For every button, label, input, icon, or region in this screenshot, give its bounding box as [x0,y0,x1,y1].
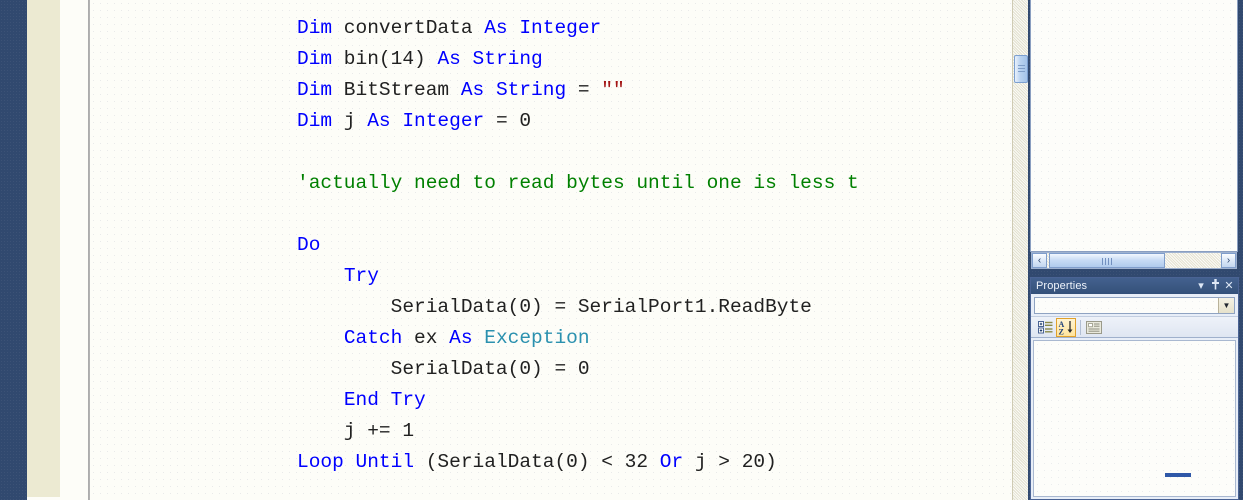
properties-object-combo-value [1035,298,1218,313]
code-token: As [449,327,473,349]
code-line: Dim j As Integer = 0 [297,106,859,137]
properties-object-selector-row: ▼ [1031,294,1238,316]
code-token: Try [343,265,379,287]
code-token: String [495,79,567,101]
code-line: Try [297,261,859,292]
code-token: String [472,48,543,70]
svg-text:Z: Z [1059,327,1064,335]
code-token: Integer [519,17,602,39]
code-token: j > 20) [683,451,777,473]
code-token: (SerialData(0) < 32 [414,451,660,473]
code-line: SerialData(0) = 0 [297,354,859,385]
properties-titlebar[interactable]: Properties ▾ ✕ [1031,278,1238,294]
code-token: Integer [402,110,485,132]
properties-window: Properties ▾ ✕ ▼ A Z [1030,277,1239,500]
editor-vertical-scrollbar-thumb[interactable] [1014,55,1028,83]
code-token: Or [659,451,684,473]
upper-tool-window-body[interactable] [1030,0,1238,252]
code-editor-window: Dim convertData As Integer Dim bin(14) As… [27,0,1028,500]
code-token: convertData [332,17,485,39]
code-token: Dim [297,48,333,70]
code-text-surface[interactable]: Dim convertData As Integer Dim bin(14) As… [90,0,1012,500]
code-token: End Try [343,389,426,411]
scroll-left-arrow-icon[interactable]: ‹ [1032,253,1047,268]
code-token: j [332,110,368,132]
code-token: = [566,79,602,101]
categorized-view-button[interactable] [1035,318,1055,337]
editor-indicator-margin[interactable] [27,0,60,497]
ide-window: Dim convertData As Integer Dim bin(14) As… [0,0,1243,500]
code-token: Do [297,234,321,256]
left-dock-gutter [0,0,27,500]
code-token: 'actually need to read bytes until one i… [297,172,859,194]
code-line: j += 1 [297,416,859,447]
code-token: BitStream [332,79,461,101]
code-token: SerialData(0) = 0 [297,358,590,380]
auto-hide-pin-icon[interactable] [1208,279,1222,293]
code-lines[interactable]: Dim convertData As Integer Dim bin(14) As… [297,13,859,478]
code-token: As [437,48,461,70]
code-token: "" [601,79,625,101]
code-token: = 0 [484,110,532,132]
code-line: SerialData(0) = SerialPort1.ReadByte [297,292,859,323]
code-token: As [367,110,391,132]
code-token: SerialData(0) = SerialPort1.ReadByte [297,296,812,318]
code-line: End Try [297,385,859,416]
properties-toolbar: A Z [1031,316,1238,338]
code-token: Dim [297,17,333,39]
code-token: Exception [484,327,590,349]
code-token: As [484,17,508,39]
close-icon[interactable]: ✕ [1222,279,1236,293]
code-line: Dim convertData As Integer [297,13,859,44]
code-line: Dim bin(14) As String [297,44,859,75]
scroll-right-arrow-icon[interactable]: › [1221,253,1236,268]
code-token: j += 1 [297,420,415,442]
editor-vertical-scrollbar[interactable] [1012,0,1028,500]
code-token: Dim [297,110,333,132]
code-token: As [460,79,485,101]
toolbar-separator [1080,319,1081,335]
code-token: bin(14) [332,48,438,70]
right-dock-column: ‹ › Properties ▾ ✕ ▼ A Z [1028,0,1243,500]
editor-outlining-margin[interactable] [60,0,88,500]
properties-title: Properties [1036,280,1088,292]
chevron-down-icon[interactable]: ▼ [1218,298,1234,313]
properties-object-combo[interactable]: ▼ [1034,297,1235,314]
code-token: Catch [343,327,403,349]
code-token: Loop Until [297,451,415,473]
code-token: ex [402,327,450,349]
code-line: Dim BitStream As String = "" [297,75,859,106]
alphabetical-sort-button[interactable]: A Z [1056,317,1076,337]
code-line: Loop Until (SerialData(0) < 32 Or j > 20… [297,447,859,478]
properties-grid[interactable] [1033,340,1236,497]
upper-hscrollbar-thumb[interactable] [1049,253,1165,268]
window-menu-icon[interactable]: ▾ [1194,279,1208,293]
bottom-accent-mark [1165,473,1191,477]
property-pages-button[interactable] [1084,318,1104,337]
code-line: 'actually need to read bytes until one i… [297,168,859,199]
upper-tool-window-hscrollbar[interactable]: ‹ › [1031,252,1237,269]
code-token: Dim [297,79,333,101]
code-line: Catch ex As Exception [297,323,859,354]
code-line: Do [297,230,859,261]
